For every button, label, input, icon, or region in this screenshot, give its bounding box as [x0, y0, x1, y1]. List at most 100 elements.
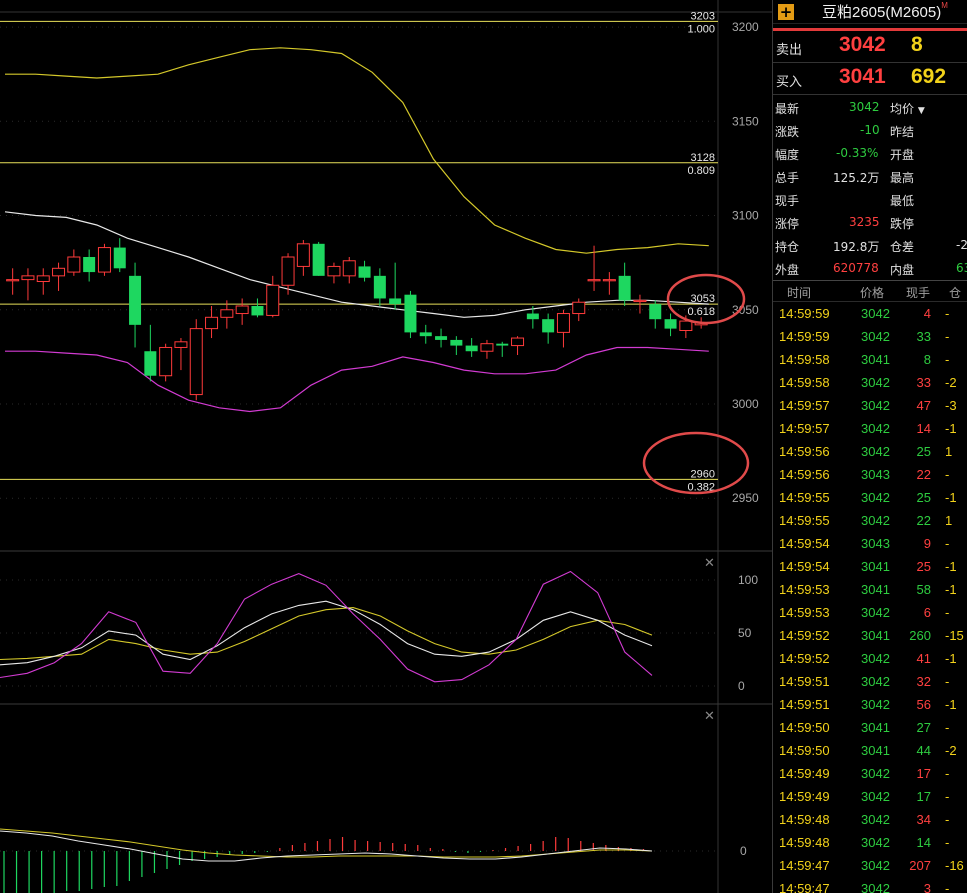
tick-price: 3042 — [861, 697, 890, 712]
tick-row: 14:59:51 3042 56 -1 — [773, 693, 967, 716]
tick-oi-change: -1 — [945, 582, 957, 597]
tick-row: 14:59:48 3042 14- — [773, 831, 967, 854]
candle-body — [67, 256, 81, 273]
kdj-j-line — [0, 570, 653, 683]
fib-ratio-label: 0.618 — [687, 306, 715, 318]
kdj-d-line — [0, 607, 653, 661]
fib-ratio-label: 1.000 — [687, 23, 715, 35]
ask-row: 卖出 3042 8 — [773, 31, 967, 62]
col-price: 价格 — [860, 286, 885, 300]
prev-settle-label: 昨结 — [890, 125, 915, 139]
tick-oi-change: -16 — [945, 858, 964, 873]
candle-body — [465, 345, 478, 352]
tick-time: 14:59:50 — [779, 743, 830, 758]
tick-oi-change: - — [945, 536, 950, 551]
outer-value: 620778 — [833, 261, 879, 275]
tick-row: 14:59:47 3042 207 -16 — [773, 854, 967, 877]
instrument-title: 豆粕2605(M2605)M — [822, 1, 948, 21]
tick-row: 14:59:49 3042 17- — [773, 785, 967, 808]
tick-row: 14:59:52 3042 41 -1 — [773, 647, 967, 670]
boll-upper-line — [5, 47, 709, 254]
col-time: 时间 — [787, 286, 812, 300]
candle-body — [419, 332, 432, 337]
tick-row: 14:59:50 3041 27- — [773, 716, 967, 739]
close-icon[interactable]: ✕ — [704, 709, 715, 724]
tick-volume: 3 — [923, 881, 931, 893]
tick-row: 14:59:54 3043 9- — [773, 532, 967, 555]
tick-oi-change: - — [945, 352, 950, 367]
bid-row: 买入 3041 692 — [773, 63, 967, 94]
bid-label: 买入 — [776, 75, 803, 90]
tick-time: 14:59:53 — [779, 582, 830, 597]
tick-time: 14:59:47 — [779, 881, 830, 893]
tick-time: 14:59:53 — [779, 605, 830, 620]
instrument-superscript: M — [941, 1, 948, 10]
last-value: 3042 — [849, 100, 880, 114]
fib-price-label: 3203 — [691, 10, 715, 22]
tick-time: 14:59:49 — [779, 789, 830, 804]
ask-label: 卖出 — [776, 43, 803, 58]
kdj-k-line — [0, 600, 653, 666]
kline-chart[interactable]: 32003150310030503000295032031.00031280.8… — [0, 0, 772, 893]
tick-price: 3042 — [861, 674, 890, 689]
candle-body — [435, 336, 448, 340]
macd-tick-label: 0 — [740, 844, 747, 858]
tick-row: 14:59:53 3042 6- — [773, 601, 967, 624]
tick-volume: 17 — [916, 766, 931, 781]
tick-row: 14:59:55 3042 22 1 — [773, 509, 967, 532]
tick-price: 3041 — [861, 743, 890, 758]
candle-body — [450, 339, 463, 346]
divider — [773, 94, 967, 95]
candle-body — [281, 256, 295, 286]
tick-volume: 34 — [916, 812, 931, 827]
tick-oi-change: -1 — [945, 559, 957, 574]
tick-price: 3043 — [861, 467, 890, 482]
volume-value: 125.2万 — [833, 171, 880, 185]
quote-panel: + 豆粕2605(M2605)M 卖出 3042 8 买入 3041 692 最… — [772, 0, 967, 893]
tick-price: 3042 — [861, 881, 890, 893]
tick-oi-change: 1 — [945, 444, 953, 459]
candle-body — [480, 343, 494, 352]
candle-body — [220, 309, 234, 318]
candle-body — [129, 275, 142, 325]
tick-price: 3042 — [861, 421, 890, 436]
tick-volume: 17 — [916, 789, 931, 804]
add-icon[interactable]: + — [778, 3, 794, 20]
candle-body — [266, 284, 280, 316]
tick-oi-change: - — [945, 812, 950, 827]
limit-up-value: 3235 — [849, 215, 880, 229]
avg-label[interactable]: 均价 ▼ — [890, 100, 925, 117]
tick-volume: 22 — [916, 467, 931, 482]
tick-time: 14:59:51 — [779, 697, 830, 712]
tick-oi-change: -1 — [945, 697, 957, 712]
tick-volume: 260 — [909, 628, 931, 643]
candle-body — [205, 316, 219, 330]
tick-time: 14:59:47 — [779, 858, 830, 873]
oi-value: 192.8万 — [833, 240, 880, 254]
tick-oi-change: -2 — [945, 743, 957, 758]
price-tick-label: 3200 — [732, 20, 759, 34]
candle-body — [496, 343, 509, 346]
tick-oi-change: - — [945, 329, 950, 344]
tick-time: 14:59:48 — [779, 812, 830, 827]
change-value: -10 — [860, 123, 880, 137]
tick-price: 3041 — [861, 559, 890, 574]
tick-price: 3042 — [861, 789, 890, 804]
tick-row: 14:59:55 3042 25 -1 — [773, 486, 967, 509]
chart-area[interactable]: 3200 3150 3100 3050 3000 2950 3203 1.000 3128 0.8… — [0, 0, 772, 893]
tick-volume: 25 — [916, 490, 931, 505]
tick-oi-change: - — [945, 881, 950, 893]
price-tick-label: 2950 — [732, 491, 759, 505]
tick-price: 3042 — [861, 858, 890, 873]
tick-price: 3043 — [861, 536, 890, 551]
fib-ratio-label: 0.809 — [687, 165, 715, 177]
current-label: 现手 — [775, 194, 800, 208]
ask-volume: 8 — [911, 33, 923, 56]
dropdown-icon[interactable]: ▼ — [918, 106, 925, 116]
tick-volume: 33 — [916, 329, 931, 344]
tick-time: 14:59:58 — [779, 352, 830, 367]
tick-volume: 25 — [916, 444, 931, 459]
tick-time: 14:59:58 — [779, 375, 830, 390]
close-icon[interactable]: ✕ — [704, 556, 715, 571]
tick-oi-change: -15 — [945, 628, 964, 643]
